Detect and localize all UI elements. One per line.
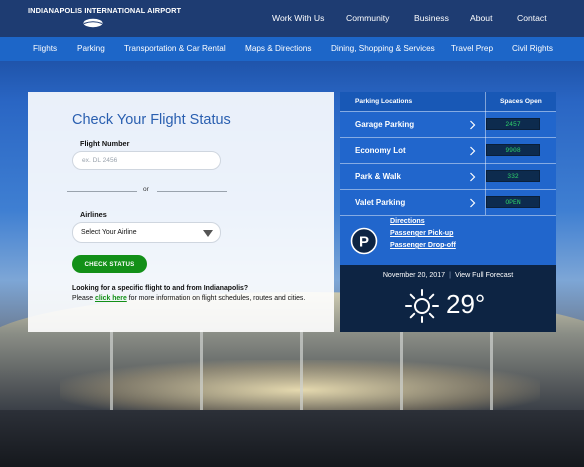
flight-status-panel: Check Your Flight Status Flight Number o… xyxy=(28,92,334,332)
chevron-right-icon xyxy=(470,198,476,208)
divider-line xyxy=(67,191,137,192)
passenger-dropoff-link[interactable]: Passenger Drop-off xyxy=(390,241,456,249)
parking-header: Parking Locations Spaces Open xyxy=(340,92,556,111)
logo-mark-icon xyxy=(83,18,103,28)
airport-logo[interactable]: INDIANAPOLIS INTERNATIONAL AIRPORT xyxy=(28,6,182,34)
subnav-parking[interactable]: Parking xyxy=(77,44,105,53)
weather-panel: November 20, 2017 | View Full Forecast 29° xyxy=(340,265,556,332)
chevron-right-icon xyxy=(470,120,476,130)
parking-locations-heading: Parking Locations xyxy=(355,98,413,105)
parking-row-valet[interactable]: Valet Parking OPEN xyxy=(340,189,556,215)
nav-business[interactable]: Business xyxy=(414,13,449,23)
or-divider: or xyxy=(67,186,227,196)
spaces-count: 2457 xyxy=(486,118,540,130)
divider-line xyxy=(157,191,227,192)
spaces-count: 332 xyxy=(486,170,540,182)
airline-select[interactable]: Select Your Airline xyxy=(72,222,221,243)
parking-row-name: Economy Lot xyxy=(355,146,406,155)
parking-row-name: Garage Parking xyxy=(355,120,415,129)
chevron-right-icon xyxy=(470,172,476,182)
caret-down-icon xyxy=(203,230,213,237)
subnav-maps-directions[interactable]: Maps & Directions xyxy=(245,44,311,53)
passenger-pickup-link[interactable]: Passenger Pick-up xyxy=(390,229,453,237)
top-header: INDIANAPOLIS INTERNATIONAL AIRPORT Work … xyxy=(0,0,584,37)
flight-number-label: Flight Number xyxy=(80,139,130,148)
weather-date: November 20, 2017 xyxy=(382,271,446,279)
flight-info-note: Looking for a specific flight to and fro… xyxy=(72,284,312,304)
temperature: 29° xyxy=(446,289,486,319)
roadway xyxy=(0,410,584,467)
parking-icon: P xyxy=(350,227,378,255)
parking-row-name: Park & Walk xyxy=(355,172,401,181)
spaces-count: OPEN xyxy=(486,196,540,208)
directions-link[interactable]: Directions xyxy=(390,217,425,225)
full-forecast-link[interactable]: View Full Forecast xyxy=(455,271,513,279)
flight-status-title: Check Your Flight Status xyxy=(72,112,231,128)
nav-contact[interactable]: Contact xyxy=(517,13,547,23)
sun-icon xyxy=(405,289,439,323)
check-status-button[interactable]: CHECK STATUS xyxy=(72,255,147,273)
spaces-count: 9908 xyxy=(486,144,540,156)
parking-row-name: Valet Parking xyxy=(355,198,406,207)
airline-select-value: Select Your Airline xyxy=(81,229,137,236)
subnav-dining-shopping[interactable]: Dining, Shopping & Services xyxy=(331,44,435,53)
subnav-travel-prep[interactable]: Travel Prep xyxy=(451,44,493,53)
or-text: or xyxy=(143,186,149,193)
nav-community[interactable]: Community xyxy=(346,13,389,23)
airlines-label: Airlines xyxy=(80,210,107,219)
nav-about[interactable]: About xyxy=(470,13,492,23)
note-prefix: Please xyxy=(72,294,95,302)
click-here-link[interactable]: click here xyxy=(95,295,127,302)
nav-work-with-us[interactable]: Work With Us xyxy=(272,13,324,23)
logo-text: INDIANAPOLIS INTERNATIONAL AIRPORT xyxy=(28,6,182,15)
parking-row-park-walk[interactable]: Park & Walk 332 xyxy=(340,163,556,189)
parking-row-economy[interactable]: Economy Lot 9908 xyxy=(340,137,556,163)
subnav-transportation[interactable]: Transportation & Car Rental xyxy=(124,44,226,53)
parking-links: P Directions Passenger Pick-up Passenger… xyxy=(340,215,556,265)
flight-number-input[interactable] xyxy=(72,151,221,170)
main-nav: Flights Parking Transportation & Car Ren… xyxy=(0,37,584,61)
parking-row-garage[interactable]: Garage Parking 2457 xyxy=(340,111,556,137)
parking-panel: Parking Locations Spaces Open Garage Par… xyxy=(340,92,556,265)
subnav-civil-rights[interactable]: Civil Rights xyxy=(512,44,553,53)
spaces-open-heading: Spaces Open xyxy=(500,98,542,105)
weather-separator: | xyxy=(449,271,451,279)
note-heading: Looking for a specific flight to and fro… xyxy=(72,285,249,292)
svg-text:P: P xyxy=(359,234,369,251)
subnav-flights[interactable]: Flights xyxy=(33,44,57,53)
chevron-right-icon xyxy=(470,146,476,156)
note-suffix: for more information on flight schedules… xyxy=(126,294,306,302)
weather-date-line: November 20, 2017 | View Full Forecast xyxy=(340,271,556,279)
